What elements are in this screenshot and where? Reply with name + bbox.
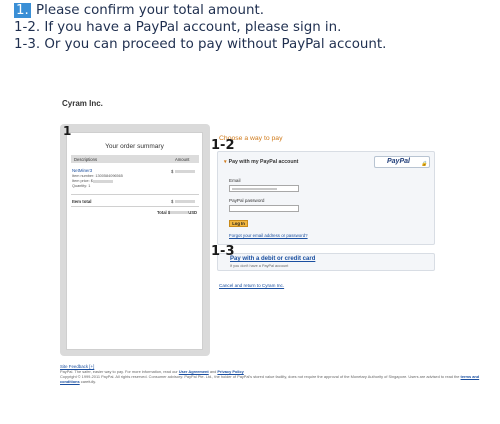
item-quantity: Quantity: 1 [72,184,91,188]
caret-down-icon: ▾ [224,159,227,165]
item-amount: $ [171,169,195,174]
order-summary-panel: Your order summary Descriptions Amount N… [60,124,210,356]
instructions: 1. Please confirm your total amount. 1-2… [14,2,494,53]
footer-line-2: Copyright © 1999-2011 PayPal. All rights… [60,374,495,384]
pay-with-card-subtext: If you don't have a PayPal account [230,264,289,268]
card-payment-section[interactable]: Pay with a debit or credit card If you d… [217,253,435,271]
grand-total: Total $ USD [157,210,197,215]
item-total-label: Item total [72,199,92,204]
footer-post: carefully. [80,379,97,384]
password-label: PayPal password [229,198,265,203]
paypal-logo: PayPal 🔒 [374,156,430,168]
item-price-label: Item price: $ [72,179,93,183]
forgot-credentials-link[interactable]: Forgot your email address or password? [229,233,308,238]
paypal-section-label: Pay with my PayPal account [228,159,299,165]
redacted-value [170,211,189,215]
email-field[interactable] [229,185,299,192]
merchant-name: Cyram Inc. [62,99,103,108]
order-table-header: Descriptions Amount [71,155,199,163]
item-total-currency: $ [171,199,174,204]
instruction-step-1-3: 1-3. Or you can proceed to pay without P… [14,37,387,52]
pay-with-card-link[interactable]: Pay with a debit or credit card [230,256,315,262]
instruction-step-1-2: 1-2. If you have a PayPal account, pleas… [14,20,342,35]
footer: Site Feedback [+] PayPal. The safer, eas… [60,364,495,384]
total-currency: USD [188,210,198,215]
order-summary-card: Your order summary Descriptions Amount N… [66,132,203,350]
item-amount-currency: $ [171,169,174,174]
item-total-amount: $ [171,199,195,204]
email-label: Email [229,178,241,183]
marker-1-3: 1-3 [211,244,235,259]
order-summary-title: Your order summary [105,143,164,150]
step-1-text: Please confirm your total amount. [36,3,264,18]
redacted-value [92,179,113,183]
col-amount: Amount [175,157,190,162]
paypal-section-toggle[interactable]: ▾ Pay with my PayPal account [224,159,298,165]
paypal-logo-text: PayPal [387,158,410,165]
footer-copyright: Copyright © 1999-2011 PayPal. All rights… [60,374,460,379]
redacted-email [232,188,277,190]
lock-icon: 🔒 [421,161,428,167]
item-name-link[interactable]: NetMiner3 [72,168,92,173]
password-field[interactable] [229,205,299,212]
redacted-value [174,170,195,174]
total-label: Total $ [157,210,171,215]
divider [71,206,199,207]
item-number: Item number: 1300584096565 [72,174,123,178]
item-price: Item price: $ [72,179,113,183]
divider [71,194,199,195]
cancel-return-link[interactable]: Cancel and return to Cyram Inc. [219,283,284,288]
marker-1: 1 [63,124,72,138]
instruction-step-1: 1. Please confirm your total amount. [14,2,494,19]
redacted-value [174,200,195,204]
step-1-badge: 1. [14,3,31,18]
login-button[interactable]: Log In [229,220,248,227]
col-description: Descriptions [74,157,98,162]
paypal-login-section: ▾ Pay with my PayPal account PayPal 🔒 Emai… [217,151,435,245]
marker-1-2: 1-2 [211,138,235,153]
